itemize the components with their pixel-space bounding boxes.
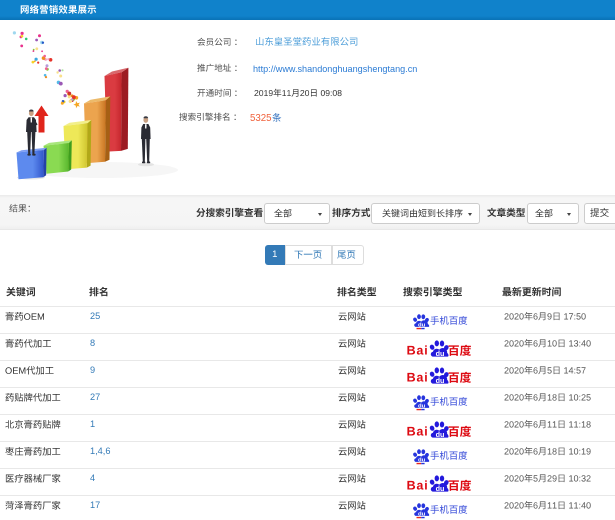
svg-text:du: du <box>418 511 426 517</box>
svg-text:du: du <box>435 349 444 358</box>
svg-text:du: du <box>418 322 426 328</box>
svg-text:du: du <box>435 484 444 493</box>
svg-text:du: du <box>418 457 426 463</box>
svg-text:du: du <box>435 376 444 385</box>
svg-text:du: du <box>435 430 444 439</box>
svg-text:du: du <box>418 403 426 409</box>
